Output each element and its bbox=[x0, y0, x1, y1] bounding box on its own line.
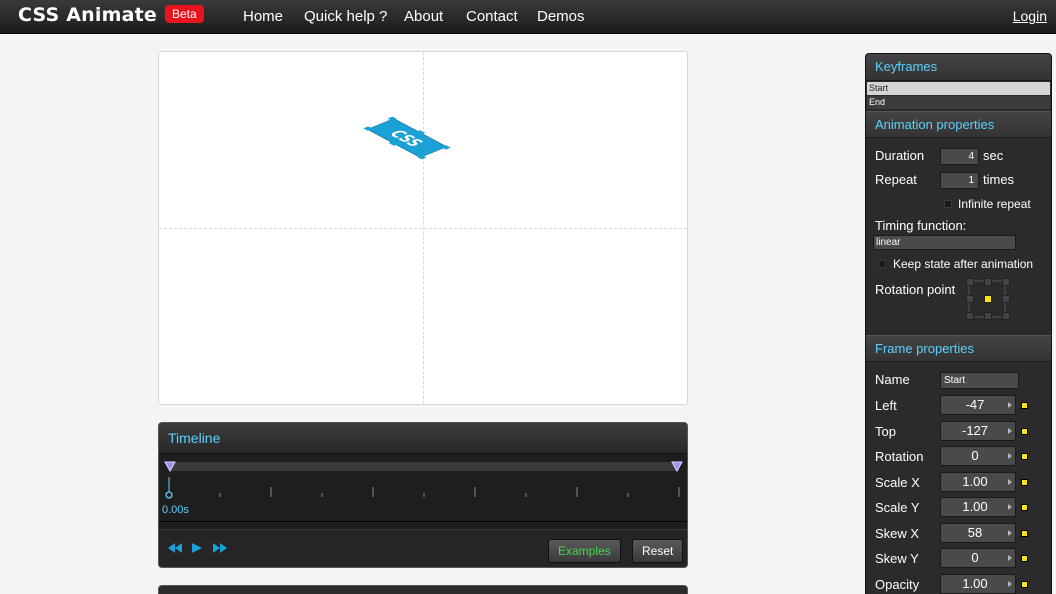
timing-function-label: Timing function: bbox=[875, 218, 967, 233]
playback-controls: Examples Reset bbox=[159, 529, 687, 567]
top-label: Top bbox=[875, 424, 896, 439]
rotation-point-bottom[interactable] bbox=[984, 312, 992, 320]
animation-properties-title: Animation properties bbox=[875, 117, 995, 132]
nav-demos[interactable]: Demos bbox=[537, 8, 585, 25]
properties-panel: Keyframes Start End Animation properties… bbox=[865, 53, 1052, 594]
skew-y-input[interactable]: 0 bbox=[940, 548, 1016, 568]
keep-state-label: Keep state after animation bbox=[893, 257, 1034, 271]
play-icon[interactable] bbox=[192, 543, 202, 553]
timeline-track[interactable] bbox=[169, 462, 679, 471]
rotation-keyframe-marker[interactable] bbox=[1021, 453, 1028, 460]
skew-y-label: Skew Y bbox=[875, 551, 919, 566]
duration-unit: sec bbox=[983, 148, 1004, 163]
rotation-point-bottom-right[interactable] bbox=[1002, 312, 1010, 320]
opacity-keyframe-marker[interactable] bbox=[1021, 581, 1028, 588]
start-keyframe-marker[interactable] bbox=[164, 460, 176, 472]
keyframes-header: Keyframes bbox=[866, 54, 1051, 81]
skew-y-keyframe-marker[interactable] bbox=[1021, 555, 1028, 562]
skew-x-label: Skew X bbox=[875, 526, 920, 541]
top-navbar: CSS Animate Beta Home Quick help ? About… bbox=[0, 0, 1056, 34]
rotation-point-label: Rotation point bbox=[875, 282, 956, 297]
rotation-point-bottom-left[interactable] bbox=[966, 312, 974, 320]
duration-label: Duration bbox=[875, 148, 925, 163]
beta-badge: Beta bbox=[165, 5, 204, 23]
scale-x-label: Scale X bbox=[875, 475, 920, 490]
timeline-header: Timeline bbox=[159, 423, 687, 454]
duration-input[interactable]: 4 bbox=[940, 148, 979, 165]
frame-name-input[interactable]: Start bbox=[940, 372, 1019, 389]
repeat-unit: times bbox=[983, 172, 1015, 187]
timeline-divider bbox=[159, 521, 687, 522]
timeline-ruler bbox=[165, 477, 680, 499]
frame-properties-header: Frame properties bbox=[866, 335, 1051, 362]
rotation-label: Rotation bbox=[875, 449, 924, 464]
nav-contact[interactable]: Contact bbox=[466, 8, 518, 25]
examples-button[interactable]: Examples bbox=[548, 539, 621, 563]
animated-element[interactable]: CSS bbox=[342, 110, 472, 166]
keyframes-title: Keyframes bbox=[875, 59, 938, 74]
timeline-title: Timeline bbox=[168, 430, 221, 446]
animation-stage: CSS bbox=[158, 51, 688, 405]
nav-home[interactable]: Home bbox=[243, 8, 283, 25]
frame-name-label: Name bbox=[875, 372, 910, 387]
end-keyframe-marker[interactable] bbox=[671, 460, 683, 472]
login-link[interactable]: Login bbox=[1013, 8, 1047, 24]
scale-y-keyframe-marker[interactable] bbox=[1021, 504, 1028, 511]
rotation-point-right[interactable] bbox=[1002, 295, 1010, 303]
left-label: Left bbox=[875, 398, 897, 413]
rewind-icon[interactable] bbox=[168, 543, 182, 553]
left-keyframe-marker[interactable] bbox=[1021, 402, 1028, 409]
skew-x-keyframe-marker[interactable] bbox=[1021, 530, 1028, 537]
scale-y-label: Scale Y bbox=[875, 500, 920, 515]
rotation-point-center[interactable] bbox=[984, 295, 992, 303]
rotation-point-top[interactable] bbox=[984, 278, 992, 286]
nav-quick-help[interactable]: Quick help ? bbox=[304, 8, 387, 25]
opacity-label: Opacity bbox=[875, 577, 920, 592]
scale-y-input[interactable]: 1.00 bbox=[940, 497, 1016, 517]
animation-properties-header: Animation properties bbox=[866, 111, 1051, 138]
current-time: 0.00s bbox=[162, 504, 189, 516]
infinite-repeat-label: Infinite repeat bbox=[958, 197, 1031, 211]
scale-x-input[interactable]: 1.00 bbox=[940, 472, 1016, 492]
frame-properties-title: Frame properties bbox=[875, 341, 974, 356]
timeline-panel: Timeline 0.00s Examples Reset bbox=[158, 422, 688, 568]
rotation-point-left[interactable] bbox=[966, 295, 974, 303]
repeat-input[interactable]: 1 bbox=[940, 172, 979, 189]
nav-about[interactable]: About bbox=[404, 8, 443, 25]
timing-function-select[interactable]: linear bbox=[873, 235, 1016, 250]
repeat-label: Repeat bbox=[875, 172, 917, 187]
lower-panel-edge bbox=[158, 585, 688, 594]
infinite-repeat-checkbox[interactable] bbox=[944, 200, 952, 208]
top-input[interactable]: -127 bbox=[940, 421, 1016, 441]
fast-forward-icon[interactable] bbox=[213, 543, 227, 553]
brand-logo[interactable]: CSS Animate bbox=[18, 4, 157, 26]
keyframe-end[interactable]: End bbox=[867, 96, 1050, 109]
opacity-input[interactable]: 1.00 bbox=[940, 574, 1016, 594]
rotation-point-top-right[interactable] bbox=[1002, 278, 1010, 286]
top-keyframe-marker[interactable] bbox=[1021, 428, 1028, 435]
horizontal-guide bbox=[159, 228, 687, 229]
keyframe-start[interactable]: Start bbox=[867, 82, 1050, 95]
rotation-input[interactable]: 0 bbox=[940, 446, 1016, 466]
scale-x-keyframe-marker[interactable] bbox=[1021, 479, 1028, 486]
keep-state-checkbox[interactable] bbox=[878, 260, 886, 268]
reset-button[interactable]: Reset bbox=[632, 539, 684, 563]
skew-x-input[interactable]: 58 bbox=[940, 523, 1016, 543]
rotation-point-top-left[interactable] bbox=[966, 278, 974, 286]
left-input[interactable]: -47 bbox=[940, 395, 1016, 415]
